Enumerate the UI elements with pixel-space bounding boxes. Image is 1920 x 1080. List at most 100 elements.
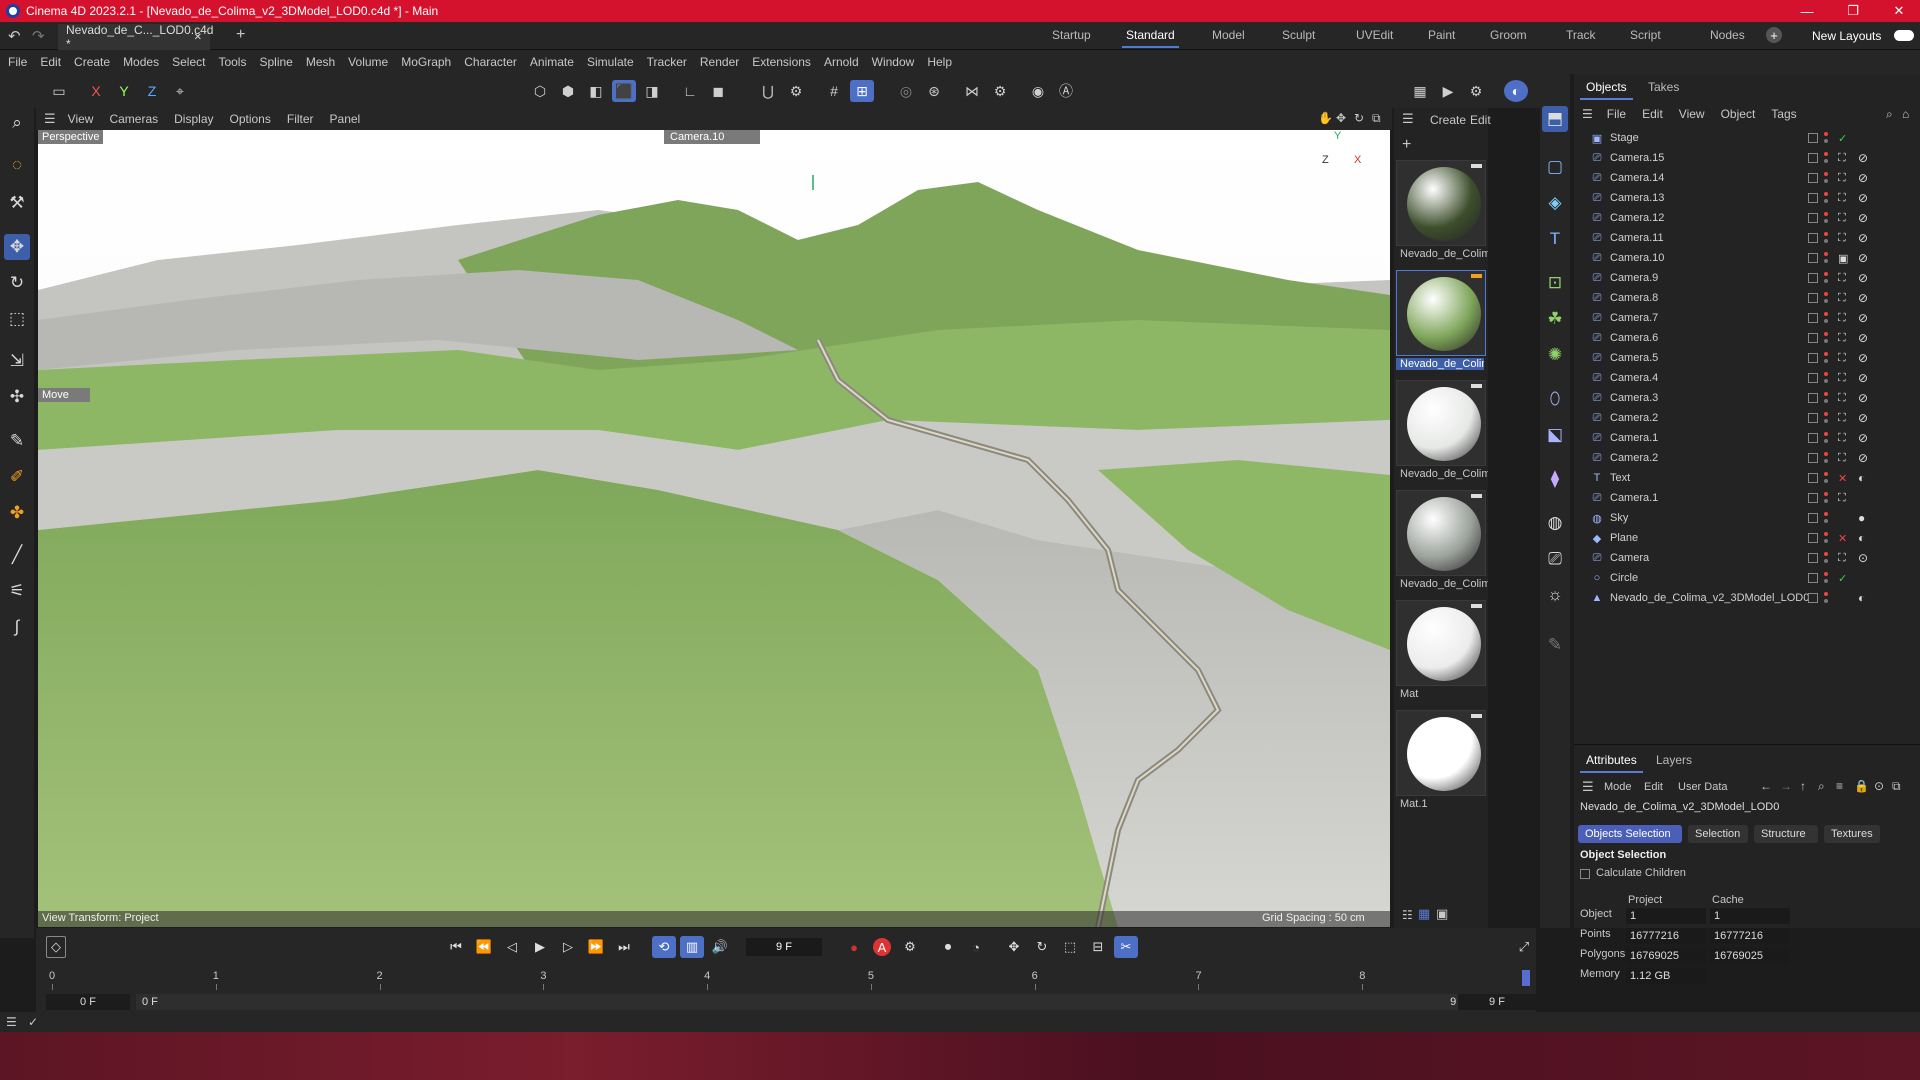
object-row[interactable]: ⎚ Camera.3 ⛶ ⊘ <box>1574 388 1920 408</box>
object-tag-icon[interactable]: ⛶ <box>1838 492 1846 505</box>
object-tag-secondary-icon[interactable]: ⊘ <box>1858 171 1868 185</box>
visibility-dots-icon[interactable] <box>1824 412 1828 424</box>
object-tag-icon[interactable]: ⛶ <box>1838 312 1846 325</box>
object-tag-icon[interactable]: ⛶ <box>1838 192 1846 205</box>
menu-spline[interactable]: Spline <box>259 55 292 69</box>
x-axis-toggle[interactable]: X <box>84 80 108 102</box>
object-tag-secondary-icon[interactable]: ⊘ <box>1858 211 1868 225</box>
object-edit-toggle[interactable] <box>1808 273 1818 283</box>
object-edit-toggle[interactable] <box>1808 573 1818 583</box>
text-spline-icon[interactable]: T <box>1542 226 1568 252</box>
attributes-filter-icon[interactable]: ≡ <box>1836 779 1843 793</box>
material-name[interactable]: Nevado_de_Colim <box>1396 358 1484 370</box>
layout-tab-script[interactable]: Script <box>1630 28 1661 42</box>
object-edit-toggle[interactable] <box>1808 453 1818 463</box>
workplane-icon[interactable]: ⊞ <box>850 80 874 102</box>
start-frame-field[interactable]: 0 F <box>46 994 130 1010</box>
visibility-dots-icon[interactable] <box>1824 392 1828 404</box>
spline-rectangle-icon[interactable]: ▢ <box>1542 154 1568 180</box>
object-row[interactable]: ⎚ Camera.9 ⛶ ⊘ <box>1574 268 1920 288</box>
material-name[interactable]: Nevado_de_Colim <box>1400 248 1488 260</box>
visibility-dots-icon[interactable] <box>1824 572 1828 584</box>
restore-button[interactable]: ❐ <box>1830 0 1876 22</box>
tab-takes[interactable]: Takes <box>1648 80 1679 94</box>
redshift-icon[interactable]: ◐ <box>1504 80 1528 102</box>
object-tag-icon[interactable]: ⛶ <box>1838 152 1846 165</box>
add-layout-icon[interactable]: + <box>1766 27 1782 43</box>
autokey-icon[interactable]: A <box>870 936 894 958</box>
object-tag-icon[interactable]: ✓ <box>1838 132 1847 145</box>
object-tag-icon[interactable]: ⛶ <box>1838 432 1846 445</box>
object-edit-toggle[interactable] <box>1808 393 1818 403</box>
uv-mode-icon[interactable]: ◨ <box>640 80 664 102</box>
material-name[interactable]: Nevado_de_Colim <box>1400 578 1488 590</box>
layout-tab-nodes[interactable]: Nodes <box>1710 28 1745 42</box>
visibility-dots-icon[interactable] <box>1824 232 1828 244</box>
paint-tool-icon[interactable]: ✤ <box>4 500 30 526</box>
menu-simulate[interactable]: Simulate <box>587 55 634 69</box>
layout-tab-track[interactable]: Track <box>1566 28 1596 42</box>
object-edit-toggle[interactable] <box>1808 493 1818 503</box>
layout-tab-startup[interactable]: Startup <box>1052 28 1091 42</box>
status-hamburger-icon[interactable]: ☰ <box>6 1015 17 1029</box>
object-row[interactable]: ⎚ Camera.8 ⛶ ⊘ <box>1574 288 1920 308</box>
lock-icon[interactable]: 🔒 <box>1854 779 1869 793</box>
mograph-cloner-icon[interactable]: ☘ <box>1542 306 1568 332</box>
keyframe-settings-icon[interactable]: ⚙ <box>898 936 922 958</box>
3d-viewport[interactable]: Perspective Camera.10 Move X Y Z View Tr… <box>38 130 1390 927</box>
camera-tool-icon[interactable]: ⎚ <box>1542 546 1568 572</box>
attributes-menu-mode[interactable]: Mode <box>1604 781 1632 793</box>
document-tab[interactable]: Nevado_de_C..._LOD0.c4d * ✕ <box>58 23 213 51</box>
object-tag-secondary-icon[interactable]: ⊘ <box>1858 191 1868 205</box>
object-row[interactable]: ○ Circle ✓ <box>1574 568 1920 588</box>
object-row[interactable]: ⎚ Camera.10 ▣ ⊘ <box>1574 248 1920 268</box>
polygons-mode-icon[interactable]: ◧ <box>584 80 608 102</box>
objects-hamburger-icon[interactable]: ☰ <box>1582 107 1593 121</box>
cube-object-icon[interactable]: ⬒ <box>1542 106 1568 132</box>
object-tag-secondary-icon[interactable]: ● <box>1858 511 1865 525</box>
object-row[interactable]: ⎚ Camera ⛶ ⊙ <box>1574 548 1920 568</box>
material-name[interactable]: Mat.1 <box>1400 798 1488 810</box>
visibility-dots-icon[interactable] <box>1824 372 1828 384</box>
lock-workplane-icon[interactable]: ⊛ <box>922 80 946 102</box>
visibility-dots-icon[interactable] <box>1824 332 1828 344</box>
play-icon[interactable]: ▶ <box>528 936 552 958</box>
viewport-menu-panel[interactable]: Panel <box>330 112 361 126</box>
objects-selection-button[interactable]: Objects Selection <box>1578 825 1682 843</box>
object-edit-toggle[interactable] <box>1808 133 1818 143</box>
redo-icon[interactable]: ↷ <box>32 27 45 45</box>
next-frame-icon[interactable]: ▷ <box>556 936 580 958</box>
snap-icon[interactable]: ⋃ <box>756 80 780 102</box>
object-row[interactable]: ⎚ Camera.11 ⛶ ⊘ <box>1574 228 1920 248</box>
object-tag-icon[interactable]: ⛶ <box>1838 172 1846 185</box>
add-tab-button[interactable]: + <box>236 26 245 44</box>
visibility-dots-icon[interactable] <box>1824 512 1828 524</box>
menu-help[interactable]: Help <box>927 55 952 69</box>
visibility-dots-icon[interactable] <box>1824 532 1828 544</box>
visibility-dots-icon[interactable] <box>1824 452 1828 464</box>
calculate-children-checkbox[interactable] <box>1580 869 1590 879</box>
material-hamburger-icon[interactable]: ☰ <box>1402 111 1414 127</box>
current-frame-field[interactable]: 9 F <box>746 938 822 956</box>
object-tag-secondary-icon[interactable]: ◐ <box>1858 591 1865 605</box>
material-swatch[interactable] <box>1396 160 1486 246</box>
object-edit-toggle[interactable] <box>1808 513 1818 523</box>
menu-volume[interactable]: Volume <box>348 55 388 69</box>
object-edit-toggle[interactable] <box>1808 413 1818 423</box>
viewport-menu-cameras[interactable]: Cameras <box>109 112 158 126</box>
parameter-key-icon[interactable]: ⊟ <box>1086 936 1110 958</box>
viewport-hamburger-icon[interactable]: ☰ <box>44 111 56 127</box>
transfer-tool-icon[interactable]: ⇲ <box>4 348 30 374</box>
menu-file[interactable]: File <box>8 55 27 69</box>
move-view-icon[interactable]: ✥ <box>1336 111 1346 125</box>
object-edit-toggle[interactable] <box>1808 533 1818 543</box>
forward-arrow-icon[interactable]: → <box>1780 779 1792 793</box>
object-row[interactable]: ⎚ Camera.2 ⛶ ⊘ <box>1574 448 1920 468</box>
add-material-icon[interactable]: + <box>1402 136 1411 154</box>
go-to-end-icon[interactable]: ⏭ <box>612 936 636 958</box>
scale-tool-icon[interactable]: ⬚ <box>4 306 30 332</box>
viewport-menu-display[interactable]: Display <box>174 112 213 126</box>
object-row[interactable]: ⎚ Camera.12 ⛶ ⊘ <box>1574 208 1920 228</box>
object-edit-toggle[interactable] <box>1808 293 1818 303</box>
object-tag-icon[interactable]: ⛶ <box>1838 272 1846 285</box>
